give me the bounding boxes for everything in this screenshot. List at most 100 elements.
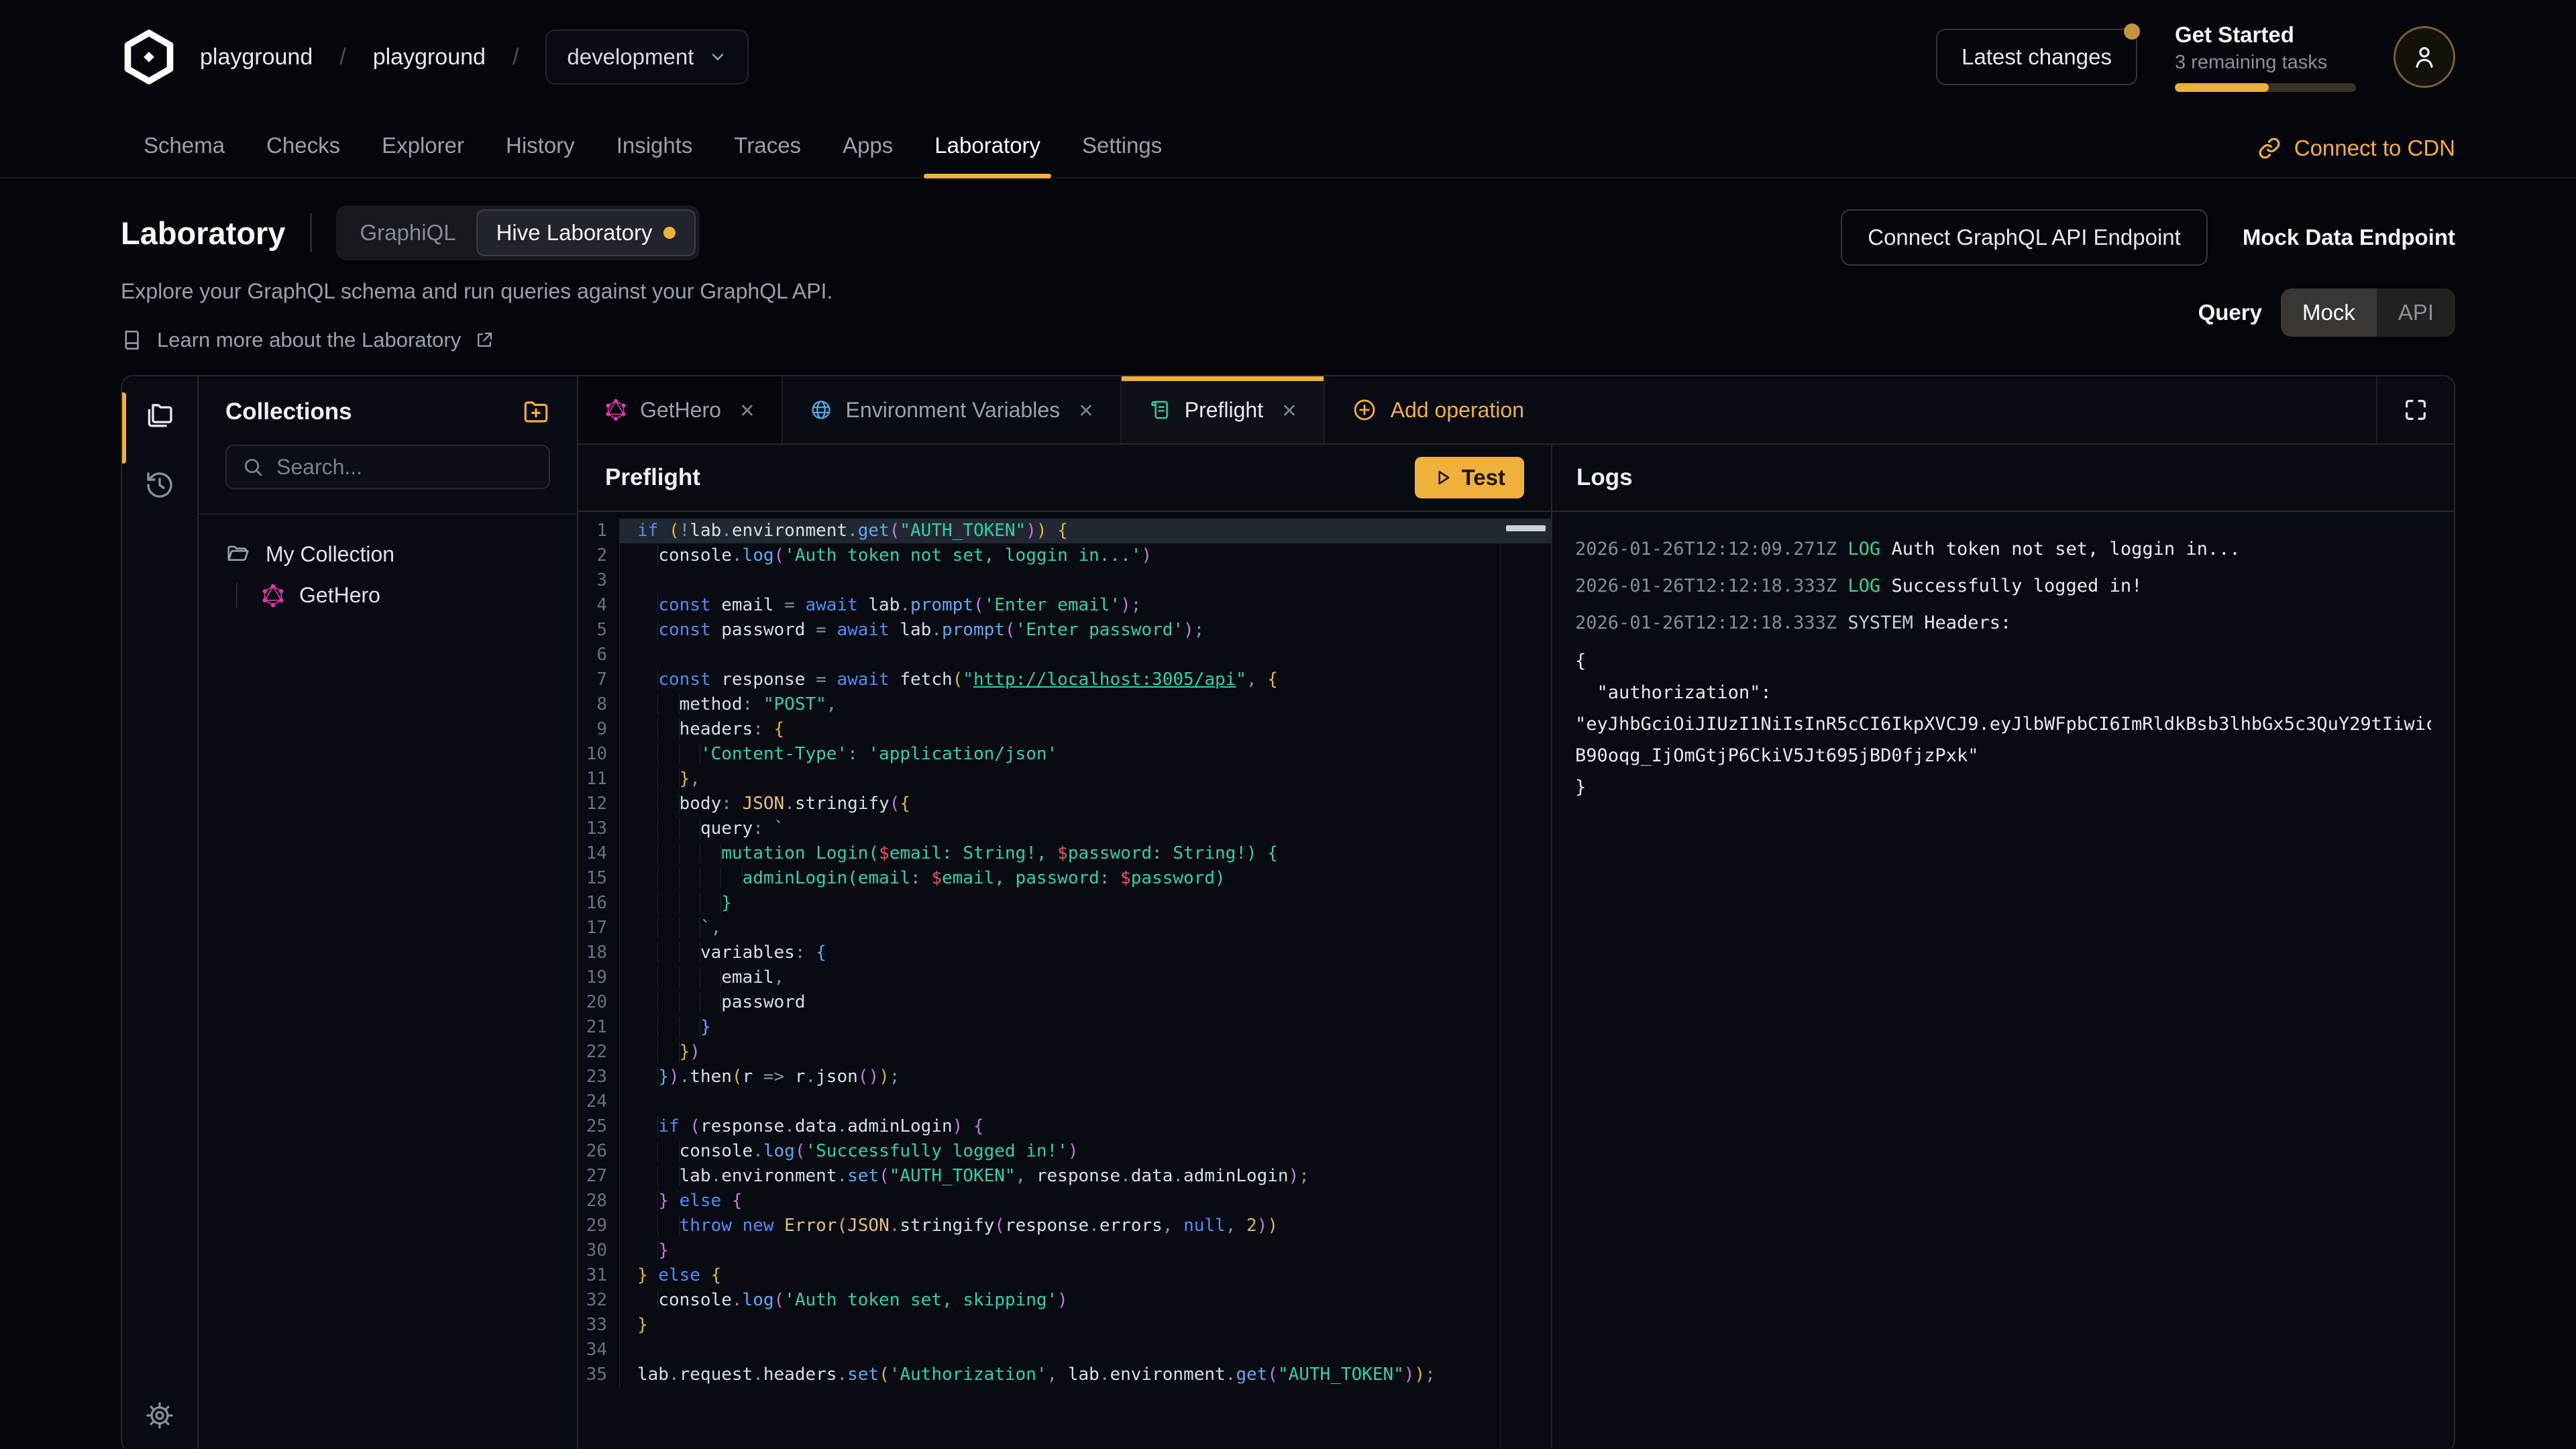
target-select-value: development [567, 44, 694, 70]
operation-row-gethero[interactable]: GetHero [262, 583, 550, 608]
code-line[interactable]: 35lab.request.headers.set('Authorization… [578, 1362, 1551, 1387]
code-line[interactable]: 15 adminLogin(email: $email, password: $… [578, 866, 1551, 891]
mock-data-endpoint-button[interactable]: Mock Data Endpoint [2243, 225, 2455, 250]
plus-circle-icon [1352, 397, 1377, 423]
operation-label: GetHero [299, 583, 380, 608]
history-rail-button[interactable] [144, 469, 176, 501]
connect-to-cdn-link[interactable]: Connect to CDN [2257, 136, 2455, 177]
code-line[interactable]: 11 }, [578, 767, 1551, 792]
code-line[interactable]: 9 headers: { [578, 717, 1551, 742]
nav-item-history[interactable]: History [506, 133, 575, 177]
tab-gethero[interactable]: GetHero × [578, 376, 783, 443]
nav-item-insights[interactable]: Insights [616, 133, 693, 177]
code-line[interactable]: 16 } [578, 891, 1551, 916]
code-line[interactable]: 3 [578, 568, 1551, 593]
logs-pane: Logs 2026-01-26T12:12:09.271Z LOG Auth t… [1552, 445, 2454, 1449]
add-operation-button[interactable]: Add operation [1325, 376, 1551, 443]
user-avatar[interactable] [2394, 26, 2455, 88]
code-line[interactable]: 29 throw new Error(JSON.stringify(respon… [578, 1214, 1551, 1238]
code-line[interactable]: 32 console.log('Auth token set, skipping… [578, 1288, 1551, 1313]
breadcrumb-separator: / [513, 44, 519, 70]
collection-folder-row[interactable]: My Collection [225, 541, 550, 567]
code-line[interactable]: 7 const response = await fetch("http://l… [578, 667, 1551, 692]
nav-item-traces[interactable]: Traces [734, 133, 801, 177]
globe-icon [810, 398, 833, 421]
code-line[interactable]: 27 lab.environment.set("AUTH_TOKEN", res… [578, 1164, 1551, 1189]
mode-mock[interactable]: Mock [2281, 288, 2377, 337]
target-select[interactable]: development [545, 30, 749, 85]
code-line[interactable]: 19 email, [578, 965, 1551, 990]
log-block-line: } [1575, 775, 2431, 799]
search-input[interactable] [276, 455, 558, 480]
settings-rail-button[interactable] [144, 1400, 175, 1431]
laboratory-panel: Collections My Colle [121, 375, 2455, 1449]
overview-cursor-marker [1506, 525, 1546, 531]
breadcrumb: playground / playground / development [121, 29, 749, 85]
collections-search[interactable] [225, 445, 550, 489]
breadcrumb-project[interactable]: playground [373, 44, 486, 70]
code-line[interactable]: 24 [578, 1089, 1551, 1114]
code-line[interactable]: 8 method: "POST", [578, 692, 1551, 717]
toggle-graphiql[interactable]: GraphiQL [340, 209, 476, 256]
nav-item-apps[interactable]: Apps [843, 133, 893, 177]
tab-environment-variables[interactable]: Environment Variables × [783, 376, 1122, 443]
fullscreen-button[interactable] [2376, 376, 2454, 443]
code-line[interactable]: 5 const password = await lab.prompt('Ent… [578, 618, 1551, 643]
connect-graphql-endpoint-button[interactable]: Connect GraphQL API Endpoint [1841, 209, 2208, 266]
nav-item-explorer[interactable]: Explorer [382, 133, 464, 177]
get-started-progressbar [2175, 83, 2356, 92]
code-line[interactable]: 34 [578, 1338, 1551, 1362]
collections-rail-button[interactable] [144, 399, 176, 431]
fullscreen-icon [2402, 396, 2429, 423]
toggle-hive-laboratory[interactable]: Hive Laboratory [476, 209, 696, 256]
icon-rail [122, 376, 199, 1449]
close-icon[interactable]: × [740, 398, 755, 423]
code-line[interactable]: 23 }).then(r => r.json()); [578, 1065, 1551, 1089]
log-block-line: { [1575, 649, 2431, 673]
external-link-icon [474, 330, 494, 350]
nav-item-laboratory[interactable]: Laboratory [934, 133, 1040, 177]
code-line[interactable]: 33} [578, 1313, 1551, 1338]
code-line[interactable]: 14 mutation Login($email: String!, $pass… [578, 841, 1551, 866]
laboratory-mode-toggle: GraphiQL Hive Laboratory [336, 205, 700, 260]
code-line[interactable]: 17 `, [578, 916, 1551, 941]
code-line[interactable]: 30 } [578, 1238, 1551, 1263]
log-block-line: "eyJhbGciOiJIUzI1NiIsInR5cCI6IkpXVCJ9.ey… [1575, 712, 2431, 736]
collections-sidebar: Collections My Colle [199, 376, 578, 1449]
code-line[interactable]: 6 [578, 643, 1551, 667]
folder-plus-icon [522, 398, 550, 426]
mode-api[interactable]: API [2377, 288, 2455, 337]
code-line[interactable]: 18 variables: { [578, 941, 1551, 965]
code-line[interactable]: 13 query: ` [578, 816, 1551, 841]
learn-more-link[interactable]: Learn more about the Laboratory [121, 328, 833, 352]
code-line[interactable]: 28 } else { [578, 1189, 1551, 1214]
code-line[interactable]: 31} else { [578, 1263, 1551, 1288]
editor-overview-strip[interactable] [1500, 519, 1551, 1449]
get-started-widget[interactable]: Get Started 3 remaining tasks [2175, 22, 2356, 92]
logs-title: Logs [1576, 464, 1633, 491]
breadcrumb-org[interactable]: playground [200, 44, 313, 70]
hive-logo-icon[interactable] [121, 29, 177, 85]
close-icon[interactable]: × [1079, 398, 1093, 423]
code-line[interactable]: 26 console.log('Successfully logged in!'… [578, 1139, 1551, 1164]
nav-item-settings[interactable]: Settings [1082, 133, 1162, 177]
code-line[interactable]: 1if (!lab.environment.get("AUTH_TOKEN"))… [578, 519, 1551, 543]
nav-item-checks[interactable]: Checks [266, 133, 340, 177]
nav-item-schema[interactable]: Schema [144, 133, 225, 177]
test-button[interactable]: Test [1415, 457, 1524, 498]
close-icon[interactable]: × [1282, 398, 1297, 423]
new-collection-button[interactable] [522, 398, 550, 426]
link-icon [2257, 136, 2282, 161]
code-line[interactable]: 12 body: JSON.stringify({ [578, 792, 1551, 816]
code-line[interactable]: 2 console.log('Auth token not set, loggi… [578, 543, 1551, 568]
code-line[interactable]: 20 password [578, 990, 1551, 1015]
code-line[interactable]: 4 const email = await lab.prompt('Enter … [578, 593, 1551, 618]
latest-changes-button[interactable]: Latest changes [1936, 29, 2137, 85]
code-line[interactable]: 10 'Content-Type': 'application/json' [578, 742, 1551, 767]
code-line[interactable]: 22 }) [578, 1040, 1551, 1065]
code-line[interactable]: 21 } [578, 1015, 1551, 1040]
graphql-icon [262, 584, 284, 607]
code-area[interactable]: 1if (!lab.environment.get("AUTH_TOKEN"))… [578, 512, 1551, 1449]
tab-preflight[interactable]: Preflight × [1122, 376, 1325, 443]
code-line[interactable]: 25 if (response.data.adminLogin) { [578, 1114, 1551, 1139]
